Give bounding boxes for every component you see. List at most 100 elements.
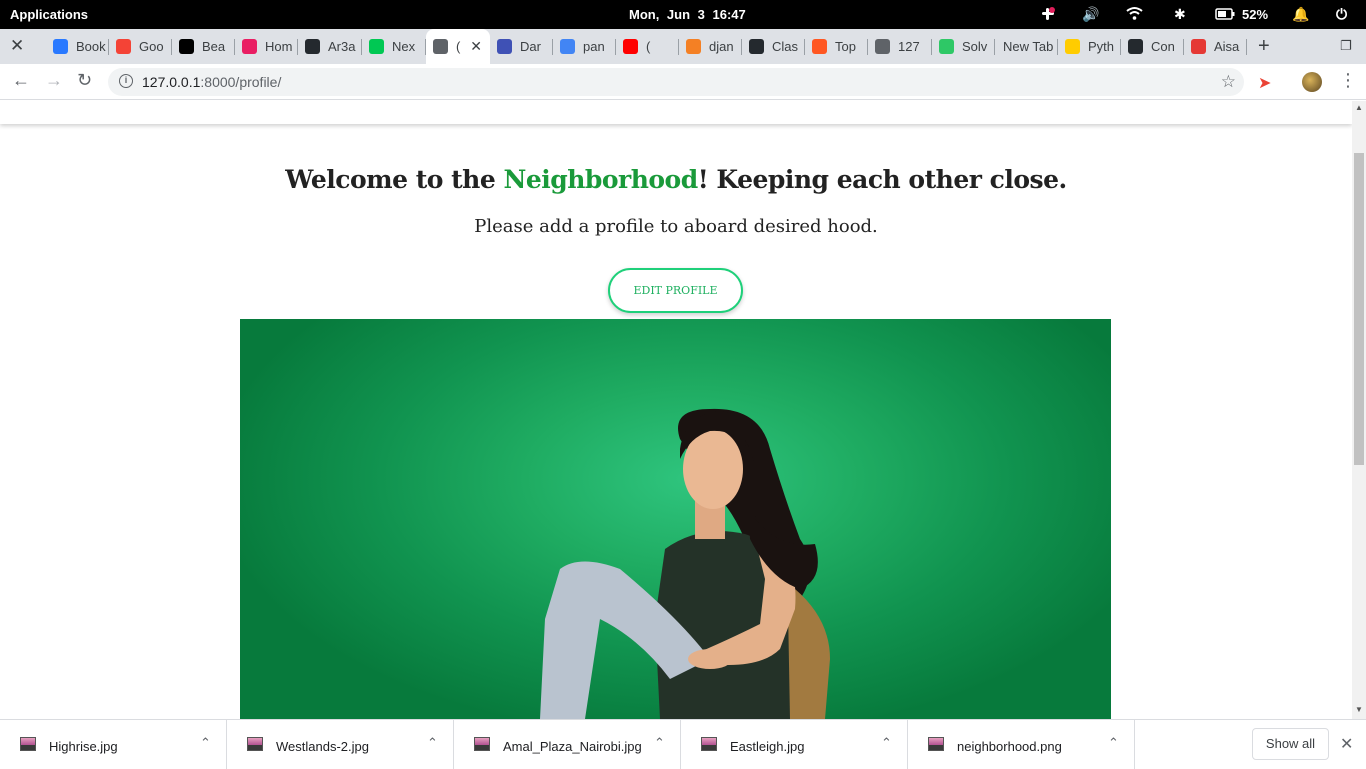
browser-tab[interactable]: (✕ (426, 29, 490, 64)
extension-icon[interactable]: ➤ (1258, 73, 1276, 92)
scroll-up-arrow-icon[interactable]: ▲ (1355, 103, 1363, 112)
google-icon (560, 39, 575, 54)
tab-title: New Tab (1003, 39, 1054, 54)
download-item[interactable]: Highrise.jpg ⌃ (0, 720, 227, 769)
address-bar[interactable]: i 127.0.0.1:8000/profile/ ☆ (108, 68, 1244, 96)
chevron-up-icon[interactable]: ⌃ (200, 735, 211, 751)
battery-icon[interactable] (1215, 6, 1235, 20)
browser-tab[interactable]: Book (46, 29, 109, 64)
power-icon[interactable]: ⏻ (1336, 6, 1347, 23)
page-scrollbar[interactable]: ▲ ▼ (1352, 101, 1366, 719)
tab-title: Ar3a (328, 39, 356, 54)
url-host: 127.0.0.1 (142, 74, 201, 90)
browser-tab[interactable]: Goo (109, 29, 172, 64)
volume-icon[interactable]: 🔊 (1082, 6, 1099, 23)
browser-tab[interactable]: 127 (868, 29, 932, 64)
tab-title: ( (456, 39, 461, 54)
profile-avatar[interactable] (1302, 72, 1322, 92)
browser-tab[interactable]: Con (1121, 29, 1184, 64)
browser-tab[interactable]: Bea (172, 29, 235, 64)
site-info-icon[interactable]: i (119, 74, 133, 88)
tab-title: Clas (772, 39, 799, 54)
bluetooth-icon[interactable]: ✱ (1174, 6, 1186, 23)
top-icon (812, 39, 827, 54)
browser-menu-icon[interactable]: ⋮ (1339, 70, 1357, 91)
browser-tab[interactable]: New Tab (995, 29, 1058, 64)
youtube-icon (623, 39, 638, 54)
browser-tab[interactable]: Hom (235, 29, 298, 64)
browser-tab[interactable]: Aisa (1184, 29, 1247, 64)
chevron-up-icon[interactable]: ⌃ (1108, 735, 1119, 751)
notification-bell-icon[interactable]: 🔔 (1292, 6, 1309, 23)
tab-title: Bea (202, 39, 226, 54)
download-filename: Amal_Plaza_Nairobi.jpg (503, 739, 642, 754)
stackoverflow-icon (686, 39, 701, 54)
chevron-up-icon[interactable]: ⌃ (881, 735, 892, 751)
forward-button[interactable]: → (45, 70, 63, 91)
page-viewport: Welcome to the Neighborhood! Keeping eac… (0, 101, 1352, 719)
browser-tab[interactable]: Pyth (1058, 29, 1121, 64)
tab-title: Dar (520, 39, 541, 54)
back-button[interactable]: ← (12, 70, 30, 91)
image-file-icon (701, 737, 717, 751)
system-clock[interactable]: Mon, Jun 3 16:47 (629, 7, 746, 22)
slack-icon[interactable] (1040, 6, 1056, 22)
chevron-up-icon[interactable]: ⌃ (427, 735, 438, 751)
browser-tab[interactable]: ( (616, 29, 679, 64)
download-filename: Highrise.jpg (49, 739, 118, 754)
globe-icon (433, 39, 448, 54)
browser-tab[interactable]: Ar3a (298, 29, 362, 64)
browser-tab[interactable]: pan (553, 29, 616, 64)
browser-tab[interactable]: Solv (932, 29, 995, 64)
github-icon (305, 39, 320, 54)
system-top-bar: Applications Mon, Jun 3 16:47 🔊 ✱ 52% 🔔 … (0, 0, 1366, 29)
image-file-icon (247, 737, 263, 751)
tab-title: Book (76, 39, 106, 54)
download-item[interactable]: Eastleigh.jpg ⌃ (681, 720, 908, 769)
download-item[interactable]: Amal_Plaza_Nairobi.jpg ⌃ (454, 720, 681, 769)
hexagon-icon (497, 39, 512, 54)
bookmark-star-icon[interactable]: ☆ (1221, 72, 1236, 92)
download-item[interactable]: Westlands-2.jpg ⌃ (227, 720, 454, 769)
tab-title: Top (835, 39, 856, 54)
close-tab-icon[interactable]: ✕ (470, 38, 482, 55)
swirl-icon (1191, 39, 1206, 54)
tab-title: pan (583, 39, 605, 54)
new-tab-button[interactable]: + (1258, 35, 1270, 58)
download-filename: Westlands-2.jpg (276, 739, 369, 754)
download-item[interactable]: neighborhood.png ⌃ (908, 720, 1135, 769)
address-url[interactable]: 127.0.0.1:8000/profile/ (142, 74, 281, 90)
download-filename: Eastleigh.jpg (730, 739, 805, 754)
reload-button[interactable]: ↻ (77, 70, 92, 91)
browser-tab[interactable]: djan (679, 29, 742, 64)
image-file-icon (474, 737, 490, 751)
tab-separator (1246, 39, 1247, 55)
headline-prefix: Welcome to the (285, 165, 504, 194)
applications-menu[interactable]: Applications (10, 7, 88, 22)
tab-title: djan (709, 39, 734, 54)
scrollbar-thumb[interactable] (1354, 153, 1364, 465)
close-window-icon[interactable]: ✕ (10, 36, 24, 56)
close-shelf-icon[interactable]: ✕ (1340, 734, 1353, 754)
show-all-button[interactable]: Show all (1252, 728, 1329, 760)
tab-title: ( (646, 39, 651, 54)
browser-tab[interactable]: Nex (362, 29, 426, 64)
wifi-icon[interactable] (1126, 6, 1143, 21)
unsplash-icon (179, 39, 194, 54)
browser-tab[interactable]: Dar (490, 29, 553, 64)
headline-suffix: ! Keeping each other close. (697, 165, 1067, 194)
browser-tab[interactable]: Clas (742, 29, 805, 64)
chevron-up-icon[interactable]: ⌃ (654, 735, 665, 751)
headline-highlight: Neighborhood (503, 165, 698, 194)
downloads-shelf: Highrise.jpg ⌃ Westlands-2.jpg ⌃ Amal_Plaza_… (0, 719, 1366, 769)
tab-search-icon[interactable]: ❐ (1340, 38, 1352, 54)
f-icon (116, 39, 131, 54)
nex-icon (369, 39, 384, 54)
edit-profile-button[interactable]: EDIT PROFILE (608, 268, 743, 313)
tab-title: Goo (139, 39, 164, 54)
mdb-icon (53, 39, 68, 54)
hero-image (240, 319, 1111, 719)
scroll-down-arrow-icon[interactable]: ▼ (1355, 705, 1363, 714)
browser-tab[interactable]: Top (805, 29, 868, 64)
image-file-icon (928, 737, 944, 751)
